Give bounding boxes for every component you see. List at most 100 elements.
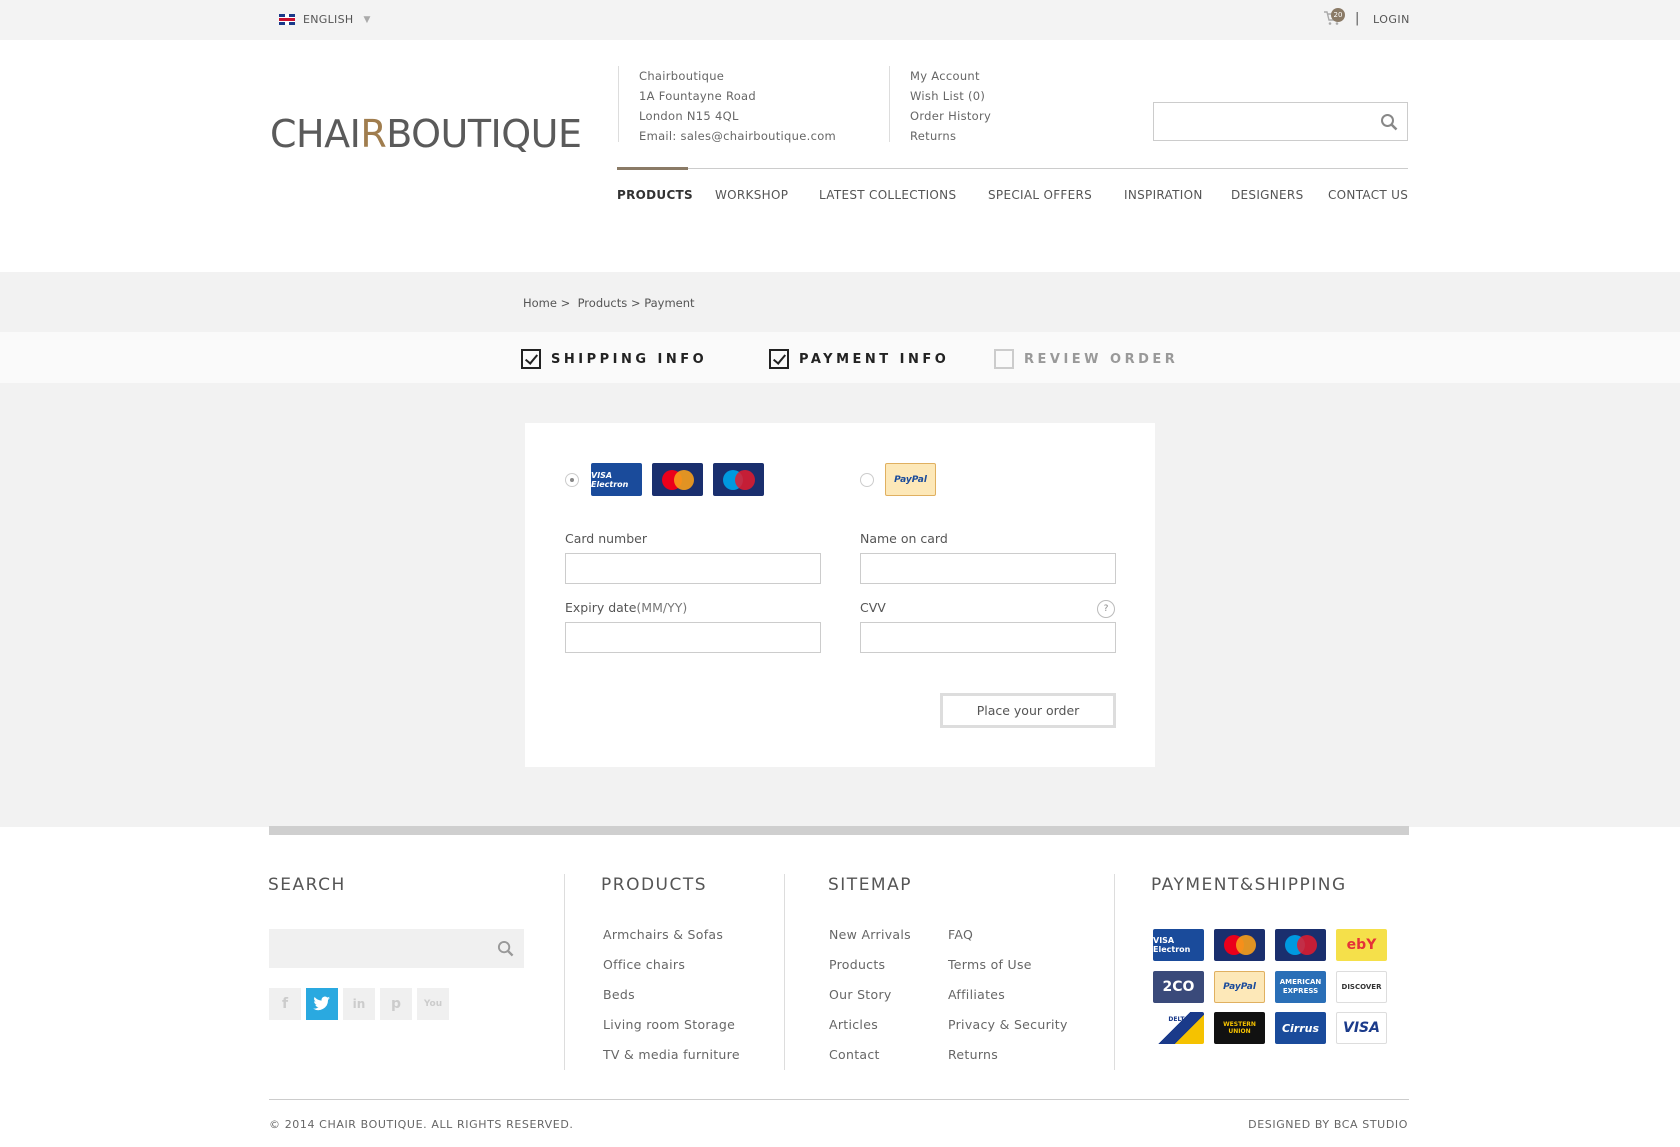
breadcrumb-current: Payment xyxy=(644,296,695,310)
footer-link[interactable]: Beds xyxy=(603,980,740,1010)
footer-link[interactable]: Products xyxy=(829,950,911,980)
youtube-icon[interactable]: You xyxy=(417,988,449,1020)
mastercard-logo xyxy=(652,463,703,496)
main-nav: PRODUCTS WORKSHOP LATEST COLLECTIONS SPE… xyxy=(617,188,1408,202)
store-address: Chairboutique 1A Fountayne Road London N… xyxy=(618,66,836,143)
step-label: PAYMENT INFO xyxy=(799,351,950,367)
logo-text-boutique: BOUTIQUE xyxy=(386,112,582,156)
payment-form-card: VISA Electron PayPal Card number Name on… xyxy=(525,423,1155,767)
step-label: SHIPPING INFO xyxy=(551,351,708,367)
step-label: REVIEW ORDER xyxy=(1024,351,1179,367)
nav-inspiration[interactable]: INSPIRATION xyxy=(1124,188,1231,202)
western-union-logo: WESTERN UNION xyxy=(1214,1012,1265,1044)
footer-link[interactable]: Returns xyxy=(948,1040,1068,1070)
footer-link[interactable]: Office chairs xyxy=(603,950,740,980)
footer-link[interactable]: Armchairs & Sofas xyxy=(603,920,740,950)
order-history-link[interactable]: Order History xyxy=(910,106,991,126)
address-email[interactable]: Email: sales@chairboutique.com xyxy=(639,126,836,146)
footer-link[interactable]: Contact xyxy=(829,1040,911,1070)
address-line: Chairboutique xyxy=(639,69,725,83)
paypal-logo: PayPal xyxy=(885,463,936,496)
footer-link[interactable]: Affiliates xyxy=(948,980,1068,1010)
card-number-label: Card number xyxy=(565,531,648,546)
footer-link[interactable]: Privacy & Security xyxy=(948,1010,1068,1040)
checkbox-checked-icon xyxy=(769,349,789,369)
footer-sitemap-links-2: FAQ Terms of Use Affiliates Privacy & Se… xyxy=(948,920,1068,1070)
cvv-input[interactable] xyxy=(860,622,1116,653)
paypal-logo: PayPal xyxy=(1214,971,1265,1003)
nav-workshop[interactable]: WORKSHOP xyxy=(715,188,819,202)
wish-list-link[interactable]: Wish List (0) xyxy=(910,86,991,106)
footer-search[interactable] xyxy=(269,929,524,968)
visa-electron-logo: VISA Electron xyxy=(591,463,642,496)
footer-link[interactable]: Terms of Use xyxy=(948,950,1068,980)
cvv-help-icon[interactable]: ? xyxy=(1097,600,1115,618)
twitter-bird-icon xyxy=(313,996,330,1011)
search-icon[interactable] xyxy=(1380,113,1398,131)
checkbox-empty-icon xyxy=(994,349,1014,369)
footer-divider xyxy=(564,874,565,1070)
nav-special-offers[interactable]: SPECIAL OFFERS xyxy=(988,188,1124,202)
footer-search-title: SEARCH xyxy=(268,875,346,895)
expiry-date-input[interactable] xyxy=(565,622,821,653)
ebay-logo: ebY xyxy=(1336,929,1387,961)
name-on-card-label: Name on card xyxy=(860,531,948,546)
visa-electron-logo: VISA Electron xyxy=(1153,929,1204,961)
linkedin-icon[interactable]: in xyxy=(343,988,375,1020)
my-account-link[interactable]: My Account xyxy=(910,66,991,86)
nav-latest-collections[interactable]: LATEST COLLECTIONS xyxy=(819,188,988,202)
footer-sitemap-title: SITEMAP xyxy=(828,875,912,895)
header-search-input[interactable] xyxy=(1154,103,1364,140)
checkbox-checked-icon xyxy=(521,349,541,369)
chevron-down-icon: ▼ xyxy=(363,14,371,25)
breadcrumb-home[interactable]: Home xyxy=(523,296,557,310)
expiry-date-label: Expiry date(MM/YY) xyxy=(565,600,688,615)
visa-logo: VISA xyxy=(1336,1012,1387,1044)
designed-by[interactable]: DESIGNED BY BCA STUDIO xyxy=(1248,1118,1408,1131)
nav-contact-us[interactable]: CONTACT US xyxy=(1328,188,1408,202)
footer-link[interactable]: FAQ xyxy=(948,920,1068,950)
footer-link[interactable]: Our Story xyxy=(829,980,911,1010)
nav-designers[interactable]: DESIGNERS xyxy=(1231,188,1328,202)
nav-divider xyxy=(617,168,1408,169)
logo[interactable]: CHAIRBOUTIQUE xyxy=(270,112,582,156)
delta-logo: DELTA xyxy=(1153,1012,1204,1044)
paypal-payment-radio[interactable] xyxy=(860,473,874,487)
logo-text-r: R xyxy=(360,112,387,156)
mastercard-circles-icon xyxy=(661,469,694,490)
twitter-icon[interactable] xyxy=(306,988,338,1020)
footer-link[interactable]: Articles xyxy=(829,1010,911,1040)
footer-divider xyxy=(1114,874,1115,1070)
logo-text-chai: CHAI xyxy=(270,112,361,156)
footer-sitemap-links-1: New Arrivals Products Our Story Articles… xyxy=(829,920,911,1070)
nav-products[interactable]: PRODUCTS xyxy=(617,188,715,202)
footer-link[interactable]: Living room Storage xyxy=(603,1010,740,1040)
cvv-label: CVV xyxy=(860,600,886,615)
login-link[interactable]: LOGIN xyxy=(1373,13,1410,26)
2co-logo: 2CO xyxy=(1153,971,1204,1003)
returns-link[interactable]: Returns xyxy=(910,126,991,146)
maestro-logo xyxy=(1275,929,1326,961)
mastercard-logo xyxy=(1214,929,1265,961)
card-number-input[interactable] xyxy=(565,553,821,584)
discover-logo: DISCOVER xyxy=(1336,971,1387,1003)
name-on-card-input[interactable] xyxy=(860,553,1116,584)
topbar-separator: | xyxy=(1355,11,1360,26)
footer-products-title: PRODUCTS xyxy=(601,875,708,895)
card-payment-radio[interactable] xyxy=(565,473,579,487)
step-shipping-info: SHIPPING INFO xyxy=(521,349,707,369)
place-order-button[interactable]: Place your order xyxy=(940,693,1116,728)
cart-count-badge: 20 xyxy=(1331,8,1345,22)
breadcrumb-products[interactable]: Products xyxy=(578,296,628,310)
pinterest-icon[interactable]: p xyxy=(380,988,412,1020)
footer-link[interactable]: New Arrivals xyxy=(829,920,911,950)
facebook-icon[interactable]: f xyxy=(269,988,301,1020)
language-label: ENGLISH xyxy=(303,13,354,26)
footer-link[interactable]: TV & media furniture xyxy=(603,1040,740,1070)
footer-top-bar xyxy=(269,826,1409,835)
nav-active-indicator xyxy=(617,167,688,170)
language-selector[interactable]: ENGLISH ▼ xyxy=(279,13,371,26)
address-line: 1A Fountayne Road xyxy=(639,89,756,103)
footer-products-links: Armchairs & Sofas Office chairs Beds Liv… xyxy=(603,920,740,1070)
search-icon[interactable] xyxy=(497,940,514,957)
